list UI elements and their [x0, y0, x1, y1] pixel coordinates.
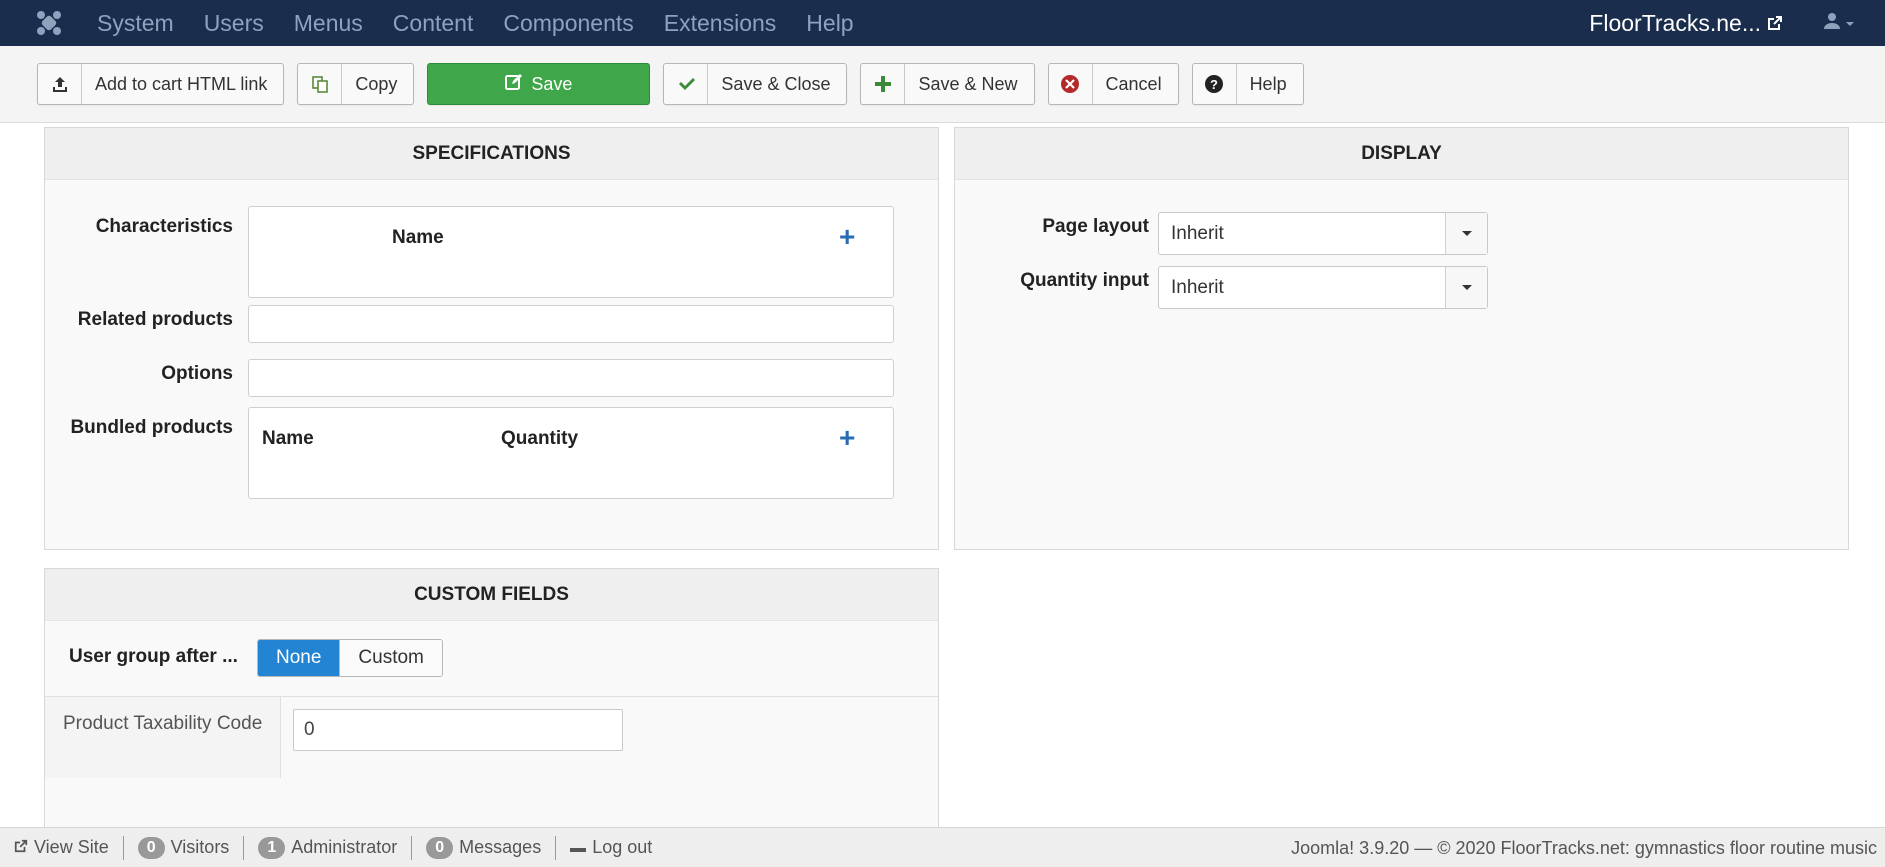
taxability-label-cell: Product Taxability Code — [45, 697, 281, 778]
save-new-button[interactable]: Save & New — [860, 63, 1035, 105]
user-icon — [1823, 12, 1841, 35]
add-bundled-product-icon[interactable]: + — [839, 424, 855, 452]
user-group-toggle[interactable]: None Custom — [257, 639, 443, 677]
messages-label: Messages — [459, 837, 542, 857]
specifications-panel: SPECIFICATIONS Characteristics Name + Re… — [44, 127, 939, 550]
custom-fields-panel: CUSTOM FIELDS User group after ... None … — [44, 568, 939, 838]
display-panel: DISPLAY Page layout Inherit Quantity inp… — [954, 127, 1849, 550]
related-products-label: Related products — [77, 309, 233, 330]
toolbar: Add to cart HTML link Copy Save Save & C… — [0, 46, 1885, 123]
option-custom[interactable]: Custom — [339, 640, 442, 676]
visitors-badge: 0 — [137, 836, 165, 859]
custom-fields-title: CUSTOM FIELDS — [45, 569, 938, 621]
menu-system[interactable]: System — [97, 10, 174, 37]
bundled-name-header: Name — [262, 428, 314, 449]
menu-menus[interactable]: Menus — [294, 10, 363, 37]
chevron-down-icon — [1845, 13, 1855, 34]
administrator-label: Administrator — [291, 837, 398, 857]
add-to-cart-label: Add to cart HTML link — [95, 73, 268, 94]
page-layout-select[interactable]: Inherit — [1158, 212, 1488, 255]
messages-link[interactable]: 0 Messages — [412, 836, 555, 859]
options-field[interactable] — [248, 359, 894, 397]
add-to-cart-link-button[interactable]: Add to cart HTML link — [37, 63, 285, 105]
menu-content[interactable]: Content — [393, 10, 474, 37]
footer-copyright: Joomla! 3.9.20 — © 2020 FloorTracks.net:… — [1291, 837, 1877, 858]
copy-icon — [298, 64, 343, 104]
display-title: DISPLAY — [955, 128, 1848, 180]
logout-link[interactable]: Log out — [556, 837, 666, 858]
page-layout-value: Inherit — [1171, 222, 1224, 244]
save-button[interactable]: Save — [427, 63, 651, 105]
external-link-icon — [1767, 10, 1783, 37]
save-close-button[interactable]: Save & Close — [663, 63, 848, 105]
specifications-title: SPECIFICATIONS — [45, 128, 938, 180]
related-products-field[interactable] — [248, 305, 894, 343]
administrator-link[interactable]: 1 Administrator — [244, 836, 411, 859]
external-link-icon — [14, 837, 28, 858]
help-button[interactable]: ? Help — [1191, 63, 1304, 105]
save-new-label: Save & New — [918, 73, 1018, 94]
logout-label: Log out — [592, 837, 653, 857]
taxability-label: Product Taxability Code — [63, 713, 263, 734]
menu-extensions[interactable]: Extensions — [664, 10, 777, 37]
edit-icon — [505, 73, 523, 96]
user-group-after-label: User group after ... — [69, 646, 238, 667]
menu-help[interactable]: Help — [806, 10, 853, 37]
options-label: Options — [161, 363, 233, 384]
quantity-input-select[interactable]: Inherit — [1158, 266, 1488, 309]
bundled-quantity-header: Quantity — [501, 428, 579, 449]
svg-text:?: ? — [1210, 77, 1218, 92]
visitors-label: Visitors — [170, 837, 230, 857]
cancel-circle-icon — [1049, 64, 1093, 104]
help-label: Help — [1249, 73, 1287, 94]
taxability-code-input[interactable] — [293, 709, 623, 751]
quantity-input-value: Inherit — [1171, 276, 1224, 298]
joomla-logo-icon[interactable] — [25, 0, 73, 46]
administrator-badge: 1 — [258, 836, 286, 859]
view-site-label: View Site — [34, 837, 109, 857]
copy-label: Copy — [355, 73, 398, 94]
cancel-button[interactable]: Cancel — [1047, 63, 1179, 105]
characteristics-label: Characteristics — [95, 216, 233, 237]
save-close-label: Save & Close — [721, 73, 831, 94]
visitors-link[interactable]: 0 Visitors — [124, 836, 244, 859]
quantity-input-label: Quantity input — [1020, 270, 1149, 291]
minus-icon — [570, 837, 587, 858]
plus-icon — [861, 64, 906, 104]
site-name: FloorTracks.ne... — [1589, 9, 1761, 36]
user-menu[interactable] — [1823, 12, 1855, 35]
characteristics-table: Name + — [248, 206, 894, 298]
check-icon — [664, 64, 709, 104]
save-label: Save — [531, 73, 573, 94]
option-none[interactable]: None — [258, 640, 340, 676]
bundled-products-table: Name Quantity + — [248, 407, 894, 499]
menu-components[interactable]: Components — [503, 10, 633, 37]
status-bar: View Site 0 Visitors 1 Administrator 0 M… — [0, 827, 1885, 867]
copy-button[interactable]: Copy — [297, 63, 415, 105]
question-circle-icon: ? — [1193, 64, 1237, 104]
bundled-products-label: Bundled products — [70, 417, 233, 438]
caret-down-icon — [1445, 267, 1487, 308]
upload-icon — [38, 64, 82, 104]
caret-down-icon — [1445, 213, 1487, 254]
taxability-row: Product Taxability Code — [45, 696, 938, 778]
menu-users[interactable]: Users — [204, 10, 264, 37]
messages-badge: 0 — [426, 836, 454, 859]
add-characteristic-icon[interactable]: + — [839, 223, 855, 251]
view-site-link[interactable]: View Site — [0, 837, 123, 858]
top-navbar: System Users Menus Content Components Ex… — [0, 0, 1885, 46]
site-link[interactable]: FloorTracks.ne... — [1589, 10, 1783, 37]
characteristics-name-header: Name — [392, 227, 444, 248]
page-layout-label: Page layout — [1042, 216, 1149, 237]
cancel-label: Cancel — [1105, 73, 1162, 94]
